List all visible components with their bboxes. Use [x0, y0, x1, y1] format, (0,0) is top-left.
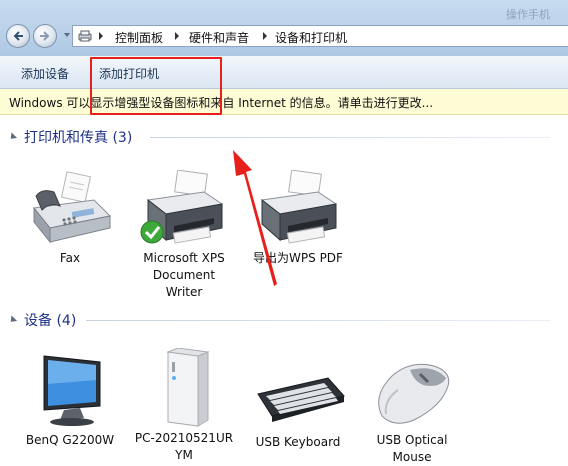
- breadcrumb-separator-icon: [175, 32, 179, 40]
- device-label: 导出为WPS PDF: [253, 251, 343, 265]
- printer-icon: [260, 170, 338, 244]
- breadcrumb-separator-icon: [263, 32, 267, 40]
- address-bar[interactable]: 控制面板 硬件和声音 设备和打印机: [72, 25, 568, 47]
- device-item-computer[interactable]: PC-20210521UR YM: [124, 348, 244, 464]
- device-item-monitor[interactable]: BenQ G2200W: [10, 350, 130, 449]
- device-label-line2: Document: [152, 268, 216, 282]
- collapse-arrow-icon: [7, 315, 18, 325]
- keyboard-icon: [257, 377, 345, 422]
- device-label: PC-20210521UR: [134, 431, 234, 445]
- breadcrumb-hardware-sound[interactable]: 硬件和声音: [189, 29, 249, 46]
- devices-group-title: 设备 (4): [24, 313, 77, 329]
- device-label: USB Optical: [376, 433, 448, 447]
- device-label: BenQ G2200W: [25, 433, 115, 447]
- printer-icon: [140, 170, 224, 244]
- device-item-fax[interactable]: Fax: [10, 170, 130, 267]
- breadcrumb-separator-icon: [99, 32, 103, 40]
- back-button[interactable]: [6, 24, 30, 48]
- add-device-button[interactable]: 添加设备: [21, 65, 69, 82]
- group-divider: [86, 320, 550, 321]
- title-bar: 操作手机 控制面板 硬件和声音 设备和打印机: [0, 0, 568, 56]
- device-label-line3: Writer: [165, 285, 203, 299]
- highlight-box: [90, 57, 222, 115]
- device-item-mouse[interactable]: USB Optical Mouse: [352, 356, 472, 466]
- forward-button[interactable]: [33, 24, 57, 48]
- monitor-icon: [43, 355, 101, 426]
- back-arrow-icon: [13, 31, 23, 41]
- device-label-line2: YM: [175, 448, 193, 462]
- recent-pages-dropdown[interactable]: [64, 33, 70, 37]
- printers-group-title: 打印机和传真 (3): [24, 130, 133, 146]
- mouse-icon: [378, 363, 450, 424]
- command-bar: 添加设备 添加打印机: [0, 56, 568, 89]
- device-label: Microsoft XPS: [143, 251, 225, 265]
- device-item-xps-writer[interactable]: Microsoft XPS Document Writer: [124, 170, 244, 301]
- window-title: 操作手机: [506, 8, 550, 21]
- device-label: Fax: [59, 251, 81, 265]
- device-item-wps-pdf[interactable]: 导出为WPS PDF: [238, 170, 358, 267]
- fax-icon: [33, 171, 112, 244]
- collapse-arrow-icon: [7, 132, 18, 142]
- device-label: USB Keyboard: [255, 435, 341, 449]
- group-divider: [150, 137, 550, 138]
- breadcrumb-control-panel[interactable]: 控制面板: [115, 29, 163, 46]
- device-item-keyboard[interactable]: USB Keyboard: [238, 370, 358, 451]
- forward-arrow-icon: [40, 31, 50, 41]
- breadcrumb-devices-printers[interactable]: 设备和打印机: [275, 29, 347, 46]
- devices-folder-icon: [78, 30, 92, 42]
- computer-tower-icon: [166, 348, 210, 427]
- info-bar[interactable]: Windows 可以显示增强型设备图标和来自 Internet 的信息。请单击进…: [0, 89, 568, 115]
- default-check-icon: [140, 220, 164, 244]
